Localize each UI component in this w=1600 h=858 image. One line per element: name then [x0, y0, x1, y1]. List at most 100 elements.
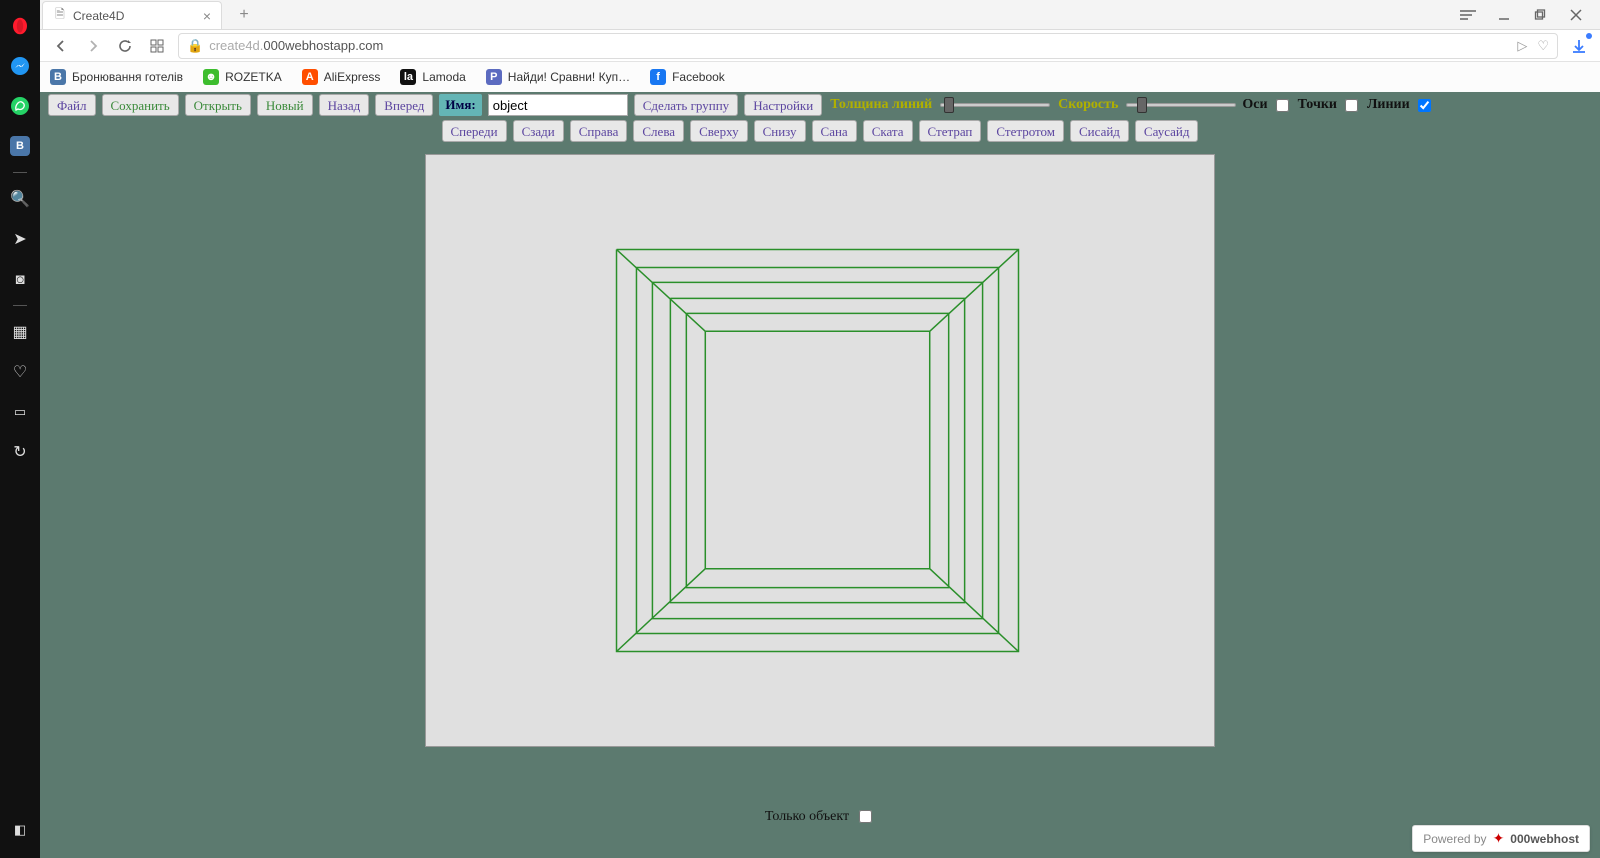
lock-icon: 🔒 [187, 38, 203, 54]
bookmark-heart-icon[interactable]: ♡ [1537, 38, 1549, 54]
url-text: create4d.000webhostapp.com [209, 38, 383, 53]
viewport-canvas[interactable] [425, 154, 1215, 747]
window-controls [1450, 0, 1594, 30]
line-width-slider[interactable] [940, 103, 1050, 107]
speed-dial-icon[interactable] [146, 35, 168, 57]
apps-icon[interactable]: ▦ [0, 312, 40, 352]
view-stetrotom-button[interactable]: Стетротом [987, 120, 1064, 142]
bookmark-label: Facebook [672, 70, 725, 84]
news-icon[interactable]: ▭ [0, 392, 40, 432]
points-checkbox-label[interactable]: Точки [1298, 96, 1361, 115]
view-sausayd-button[interactable]: Саусайд [1135, 120, 1199, 142]
vk-icon[interactable]: B [0, 126, 40, 166]
browser-sidebar: B 🔍 ➤ ◙ ▦ ♡ ▭ ↻ ◧ [0, 0, 40, 858]
file-button[interactable]: Файл [48, 94, 96, 116]
wireframe-svg [426, 154, 1214, 747]
powered-by-badge[interactable]: Powered by ✦ 000webhost [1412, 825, 1590, 852]
wire-sq-2 [636, 267, 998, 633]
line-width-label: Толщина линий [828, 97, 934, 113]
bookmark-item-3[interactable]: la Lamoda [400, 69, 465, 85]
view-skata-button[interactable]: Ската [863, 120, 913, 142]
canvas-wrap [40, 144, 1600, 807]
bookmark-item-4[interactable]: PНайди! Сравни! Куп… [486, 69, 630, 85]
view-front-button[interactable]: Спереди [442, 120, 507, 142]
line-width-slider-thumb[interactable] [944, 97, 954, 113]
open-button[interactable]: Открыть [185, 94, 251, 116]
bookmark-favicon-icon: B [50, 69, 66, 85]
window-minimize-button[interactable] [1486, 2, 1522, 28]
view-right-button[interactable]: Справа [570, 120, 628, 142]
settings-button[interactable]: Настройки [744, 94, 822, 116]
view-sana-button[interactable]: Сана [812, 120, 857, 142]
axes-checkbox[interactable] [1276, 99, 1289, 112]
object-name-input[interactable] [488, 94, 628, 116]
lines-checkbox[interactable] [1418, 99, 1431, 112]
axes-checkbox-label[interactable]: Оси [1242, 96, 1291, 115]
bookmark-favicon-icon: A [302, 69, 318, 85]
webhost-name: 000webhost [1510, 832, 1579, 846]
search-icon[interactable]: 🔍 [0, 179, 40, 219]
undo-button[interactable]: Назад [319, 94, 370, 116]
address-bar-actions: ▷ ♡ [1517, 38, 1549, 54]
lines-label-text: Линии [1367, 97, 1410, 113]
save-button[interactable]: Сохранить [102, 94, 179, 116]
history-icon[interactable]: ↻ [0, 432, 40, 472]
tab-create4d[interactable]: 🗎 Create4D × [42, 1, 222, 29]
view-bottom-button[interactable]: Снизу [754, 120, 806, 142]
reload-button[interactable] [114, 35, 136, 57]
nav-forward-button[interactable] [82, 35, 104, 57]
wire-inner-square [705, 331, 929, 568]
bookmark-item-5[interactable]: fFacebook [650, 69, 725, 85]
send-icon[interactable]: ➤ [0, 219, 40, 259]
bookmark-item-0[interactable]: B Бронювання готелів [50, 69, 183, 85]
bookmark-label: Бронювання готелів [72, 70, 183, 84]
speed-label: Скорость [1056, 97, 1120, 113]
new-button[interactable]: Новый [257, 94, 313, 116]
nav-back-button[interactable] [50, 35, 72, 57]
toolbar-row-1: Файл Сохранить Открыть Новый Назад Впере… [40, 92, 1600, 118]
view-left-button[interactable]: Слева [633, 120, 684, 142]
make-group-button[interactable]: Сделать группу [634, 94, 738, 116]
view-sisayd-button[interactable]: Сисайд [1070, 120, 1129, 142]
wire-sq-4 [670, 298, 964, 602]
powered-by-text: Powered by [1423, 832, 1486, 846]
address-bar[interactable]: 🔒 create4d.000webhostapp.com ▷ ♡ [178, 33, 1558, 59]
points-checkbox[interactable] [1345, 99, 1358, 112]
easy-setup-icon[interactable] [1450, 2, 1486, 28]
bookmark-item-2[interactable]: A AliExpress [302, 69, 381, 85]
window-close-button[interactable] [1558, 2, 1594, 28]
tab-strip: 🗎 Create4D × + [40, 0, 1600, 30]
downloads-button[interactable] [1568, 35, 1590, 57]
view-top-button[interactable]: Сверху [690, 120, 748, 142]
heart-icon[interactable]: ♡ [0, 352, 40, 392]
bookmark-label: AliExpress [324, 70, 381, 84]
sidebar-settings-icon[interactable]: ◧ [0, 810, 40, 850]
tab-favicon-icon: 🗎 [53, 9, 67, 23]
speed-slider[interactable] [1126, 103, 1236, 107]
bookmark-item-1[interactable]: ☻ROZETKA [203, 69, 282, 85]
tab-close-icon[interactable]: × [199, 8, 215, 24]
tab-title: Create4D [73, 9, 124, 23]
new-tab-button[interactable]: + [230, 1, 258, 29]
speed-slider-thumb[interactable] [1137, 97, 1147, 113]
window-maximize-button[interactable] [1522, 2, 1558, 28]
bookmark-label: ROZETKA [225, 70, 282, 84]
view-stetrap-button[interactable]: Стетрап [919, 120, 982, 142]
redo-button[interactable]: Вперед [375, 94, 433, 116]
bookmark-favicon-icon: la [400, 69, 416, 85]
bookmarks-bar: B Бронювання готелів ☻ROZETKA A AliExpress la… [40, 62, 1600, 92]
bookmark-label: Lamoda [422, 70, 465, 84]
webhost-logo-icon: ✦ [1493, 830, 1505, 847]
wire-sq-5 [686, 313, 948, 587]
whatsapp-icon[interactable] [0, 86, 40, 126]
wire-outer-square [617, 250, 1019, 652]
name-label: Имя: [439, 94, 481, 116]
camera-icon[interactable]: ◙ [0, 259, 40, 299]
view-back-button[interactable]: Сзади [513, 120, 564, 142]
opera-logo-icon[interactable] [0, 6, 40, 46]
axes-label-text: Оси [1242, 97, 1267, 113]
lines-checkbox-label[interactable]: Линии [1367, 96, 1434, 115]
only-object-checkbox[interactable] [859, 810, 872, 823]
send-page-icon[interactable]: ▷ [1517, 38, 1527, 54]
messenger-icon[interactable] [0, 46, 40, 86]
